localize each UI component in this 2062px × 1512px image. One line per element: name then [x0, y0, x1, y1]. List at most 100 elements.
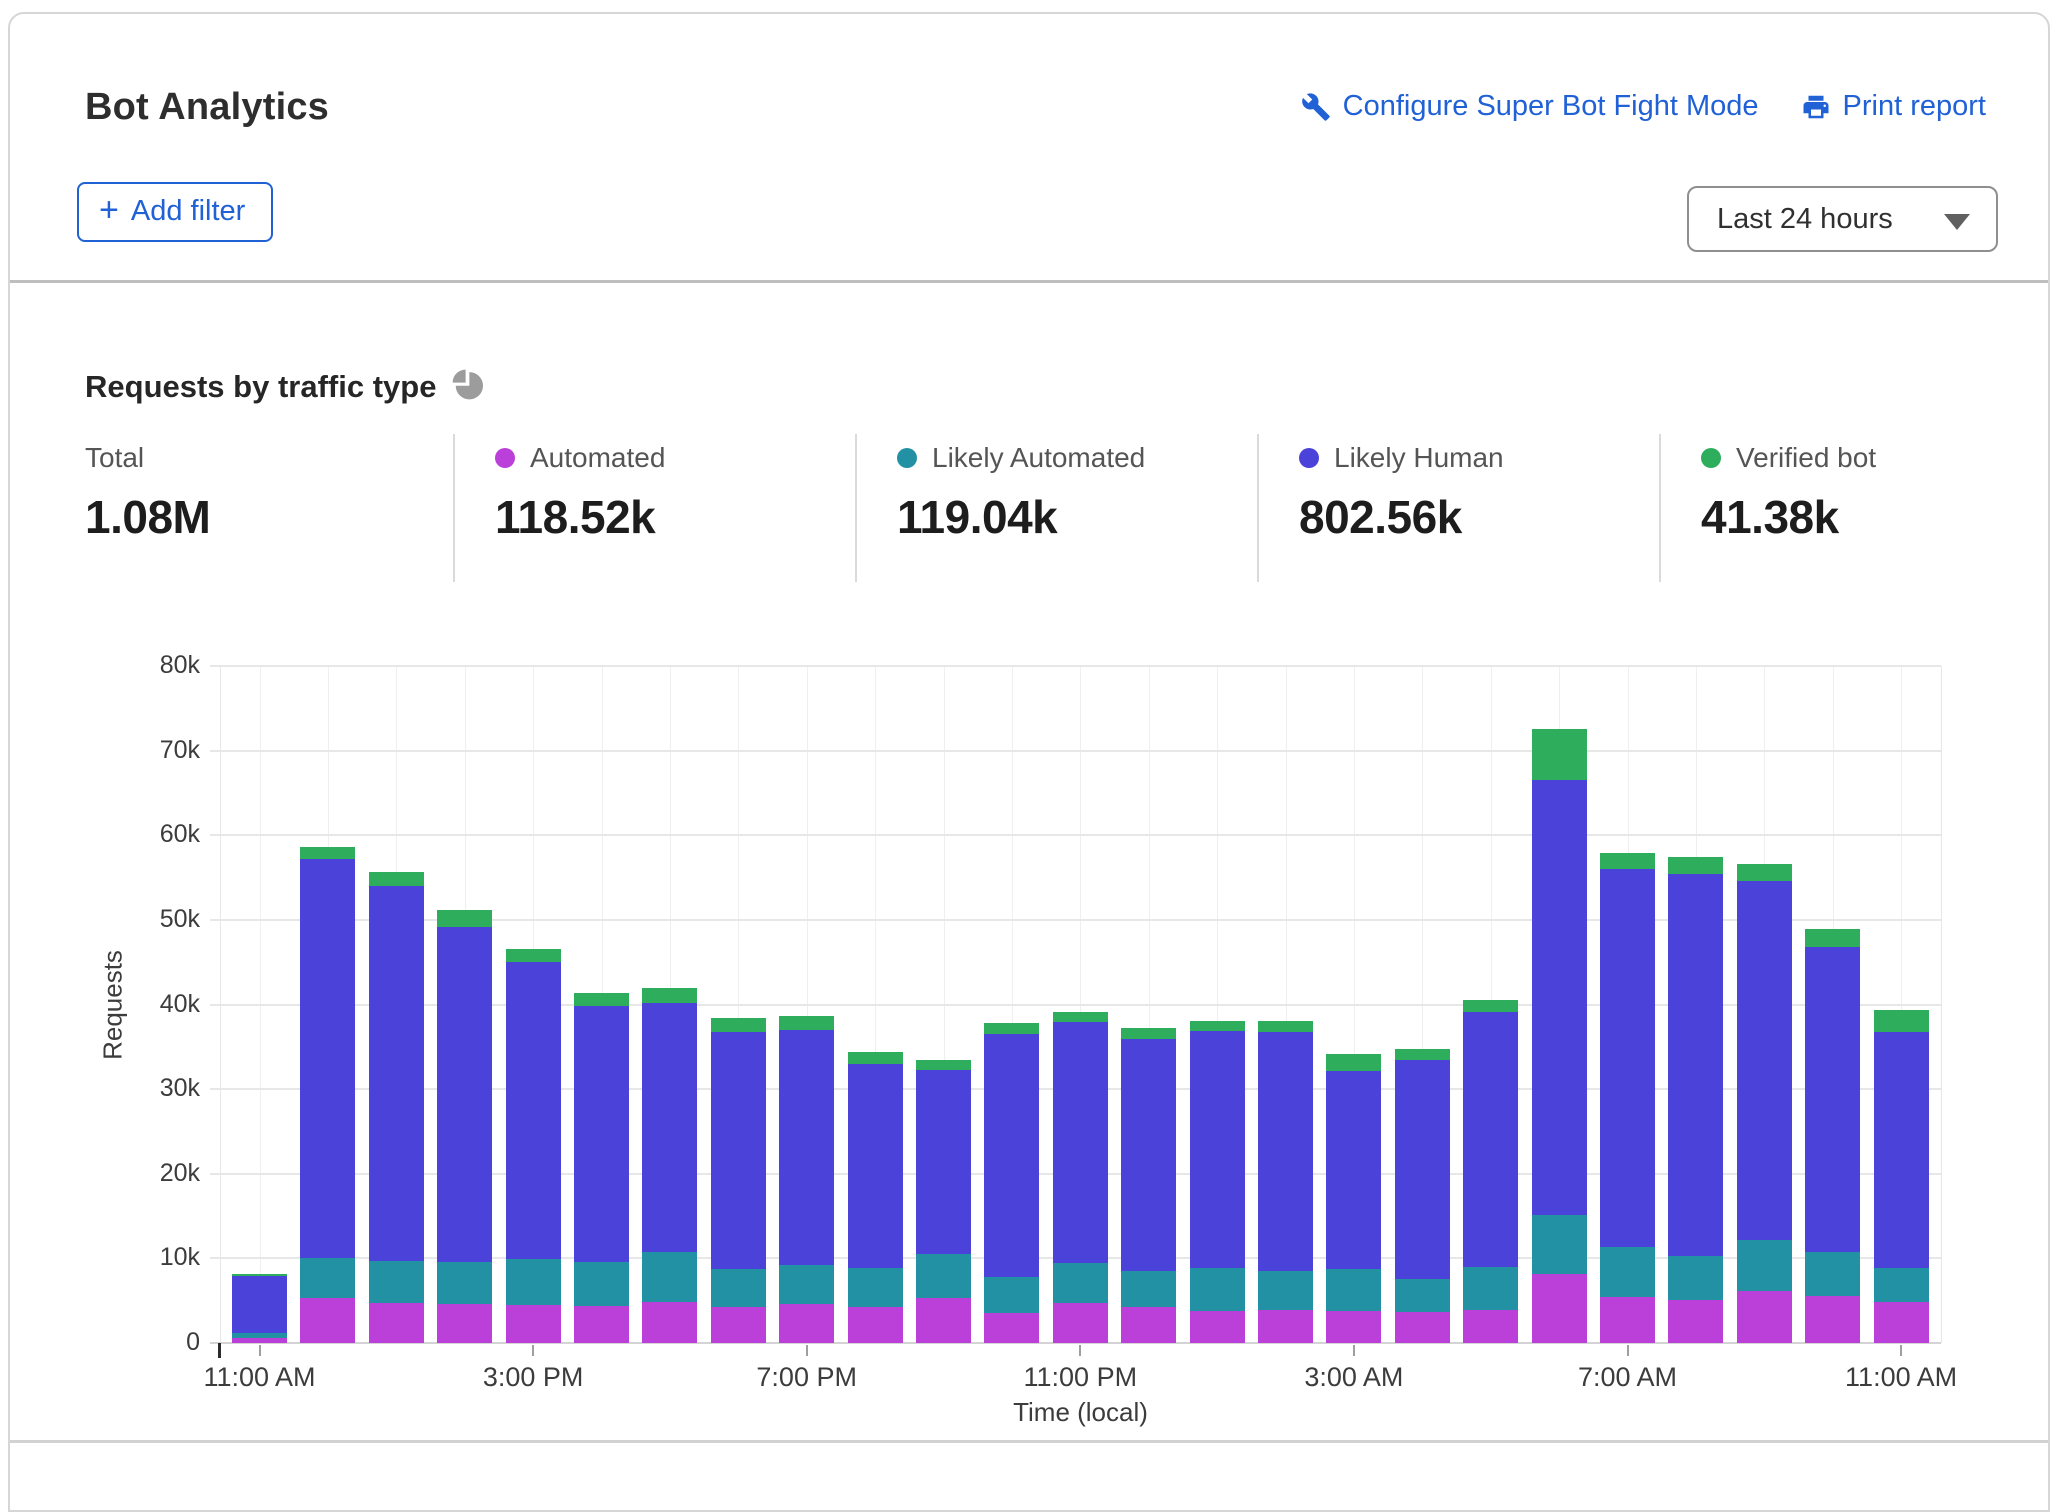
bar-segment-verified-bot — [848, 1052, 903, 1064]
bar-segment-automated — [574, 1306, 629, 1343]
bar-segment-likely-human — [437, 927, 492, 1262]
bar-segment-verified-bot — [1121, 1028, 1176, 1039]
bar-segment-verified-bot — [1532, 729, 1587, 780]
bar-segment-likely-human — [1874, 1032, 1929, 1268]
bar-segment-automated — [1190, 1311, 1245, 1343]
bar-segment-verified-bot — [1874, 1010, 1929, 1032]
bar-segment-automated — [1737, 1291, 1792, 1343]
x-axis-tick-label: 11:00 AM — [1791, 1362, 2011, 1393]
bar-segment-likely-human — [1532, 780, 1587, 1215]
bar-segment-verified-bot — [232, 1274, 287, 1276]
bar-segment-likely-human — [1053, 1022, 1108, 1263]
bar-segment-likely-automated — [711, 1269, 766, 1308]
bar-segment-likely-automated — [1737, 1240, 1792, 1291]
bar-segment-likely-automated — [1395, 1279, 1450, 1312]
x-axis-tick-label: 3:00 PM — [423, 1362, 643, 1393]
bar-segment-likely-human — [1737, 881, 1792, 1240]
bar-segment-verified-bot — [916, 1060, 971, 1070]
x-axis-tick — [806, 1345, 808, 1356]
bar-segment-automated — [232, 1338, 287, 1343]
x-axis-tick — [1627, 1345, 1629, 1356]
y-axis-tick-label: 60k — [60, 820, 200, 849]
bar-segment-likely-human — [1600, 869, 1655, 1246]
bar-segment-likely-automated — [1463, 1267, 1518, 1310]
bar-segment-automated — [437, 1304, 492, 1343]
bar-segment-likely-human — [574, 1006, 629, 1262]
bar-segment-verified-bot — [1600, 853, 1655, 869]
bar-segment-verified-bot — [711, 1018, 766, 1032]
bar-segment-likely-automated — [1532, 1215, 1587, 1273]
bar-segment-likely-human — [300, 859, 355, 1258]
bar-segment-automated — [1326, 1311, 1381, 1343]
bar-segment-likely-human — [1463, 1012, 1518, 1267]
bar-segment-automated — [369, 1303, 424, 1343]
bar-segment-likely-human — [369, 886, 424, 1261]
bar-segment-likely-human — [506, 962, 561, 1259]
bar-segment-likely-automated — [1805, 1252, 1860, 1295]
bar-segment-automated — [1258, 1310, 1313, 1343]
y-axis-tick-label: 70k — [60, 736, 200, 765]
bar-segment-automated — [1600, 1297, 1655, 1343]
bar-segment-verified-bot — [300, 847, 355, 859]
bar-segment-likely-automated — [1600, 1247, 1655, 1298]
x-axis-tick — [1353, 1345, 1355, 1356]
requests-by-traffic-type-chart: 010k20k30k40k50k60k70k80k11:00 AM3:00 PM… — [10, 14, 2062, 1464]
y-axis-zero-tick — [218, 1343, 221, 1358]
bar-segment-likely-human — [1668, 874, 1723, 1256]
bar-segment-likely-automated — [1053, 1263, 1108, 1303]
bar-segment-likely-automated — [1668, 1256, 1723, 1300]
x-axis-tick-label: 7:00 PM — [697, 1362, 917, 1393]
bar-segment-likely-human — [779, 1030, 834, 1265]
bar-segment-verified-bot — [1190, 1021, 1245, 1030]
y-axis-tick-label: 20k — [60, 1159, 200, 1188]
x-axis-title: Time (local) — [1013, 1397, 1148, 1428]
bar-segment-likely-human — [642, 1003, 697, 1252]
y-grid-line — [210, 665, 1941, 667]
bar-segment-verified-bot — [1258, 1021, 1313, 1032]
bar-segment-likely-automated — [642, 1252, 697, 1303]
bar-segment-automated — [848, 1307, 903, 1343]
x-axis-tick — [532, 1345, 534, 1356]
x-axis-tick — [1900, 1345, 1902, 1356]
bar-segment-likely-automated — [1258, 1271, 1313, 1310]
y-axis-tick-label: 80k — [60, 651, 200, 680]
y-axis-tick-label: 10k — [60, 1243, 200, 1272]
bar-segment-automated — [1121, 1307, 1176, 1343]
bar-segment-verified-bot — [1395, 1049, 1450, 1061]
y-axis-tick-label: 40k — [60, 990, 200, 1019]
bar-segment-likely-human — [916, 1070, 971, 1254]
bar-segment-automated — [1532, 1274, 1587, 1343]
bar-segment-automated — [1053, 1303, 1108, 1343]
bar-segment-likely-human — [232, 1276, 287, 1333]
bar-segment-likely-automated — [574, 1262, 629, 1306]
bar-segment-likely-human — [1258, 1032, 1313, 1271]
bar-segment-verified-bot — [1326, 1054, 1381, 1070]
bar-segment-automated — [1395, 1312, 1450, 1343]
bar-segment-verified-bot — [984, 1023, 1039, 1034]
x-axis-tick-label: 11:00 AM — [150, 1362, 370, 1393]
bar-segment-verified-bot — [437, 910, 492, 927]
bar-segment-likely-automated — [1121, 1271, 1176, 1307]
bar-segment-verified-bot — [1668, 857, 1723, 874]
y-axis-title: Requests — [98, 950, 129, 1060]
y-axis-tick-label: 30k — [60, 1074, 200, 1103]
bar-segment-likely-human — [984, 1034, 1039, 1277]
bar-segment-verified-bot — [642, 988, 697, 1002]
plot-edge-line — [1941, 666, 1942, 1343]
bar-segment-verified-bot — [506, 949, 561, 962]
x-axis-tick-label: 3:00 AM — [1244, 1362, 1464, 1393]
x-axis-tick — [259, 1345, 261, 1356]
bar-segment-likely-automated — [1874, 1268, 1929, 1303]
bar-segment-likely-human — [1190, 1031, 1245, 1268]
y-axis-tick-label: 50k — [60, 905, 200, 934]
y-grid-line — [210, 750, 1941, 752]
x-axis-tick-label: 11:00 PM — [970, 1362, 1190, 1393]
bar-segment-likely-automated — [984, 1277, 1039, 1313]
bar-segment-verified-bot — [1053, 1012, 1108, 1022]
bar-segment-likely-automated — [916, 1254, 971, 1298]
bar-segment-likely-automated — [1190, 1268, 1245, 1311]
bar-segment-automated — [779, 1304, 834, 1343]
x-axis-tick — [1079, 1345, 1081, 1356]
bar-segment-likely-automated — [369, 1261, 424, 1303]
bar-segment-likely-human — [1805, 947, 1860, 1252]
